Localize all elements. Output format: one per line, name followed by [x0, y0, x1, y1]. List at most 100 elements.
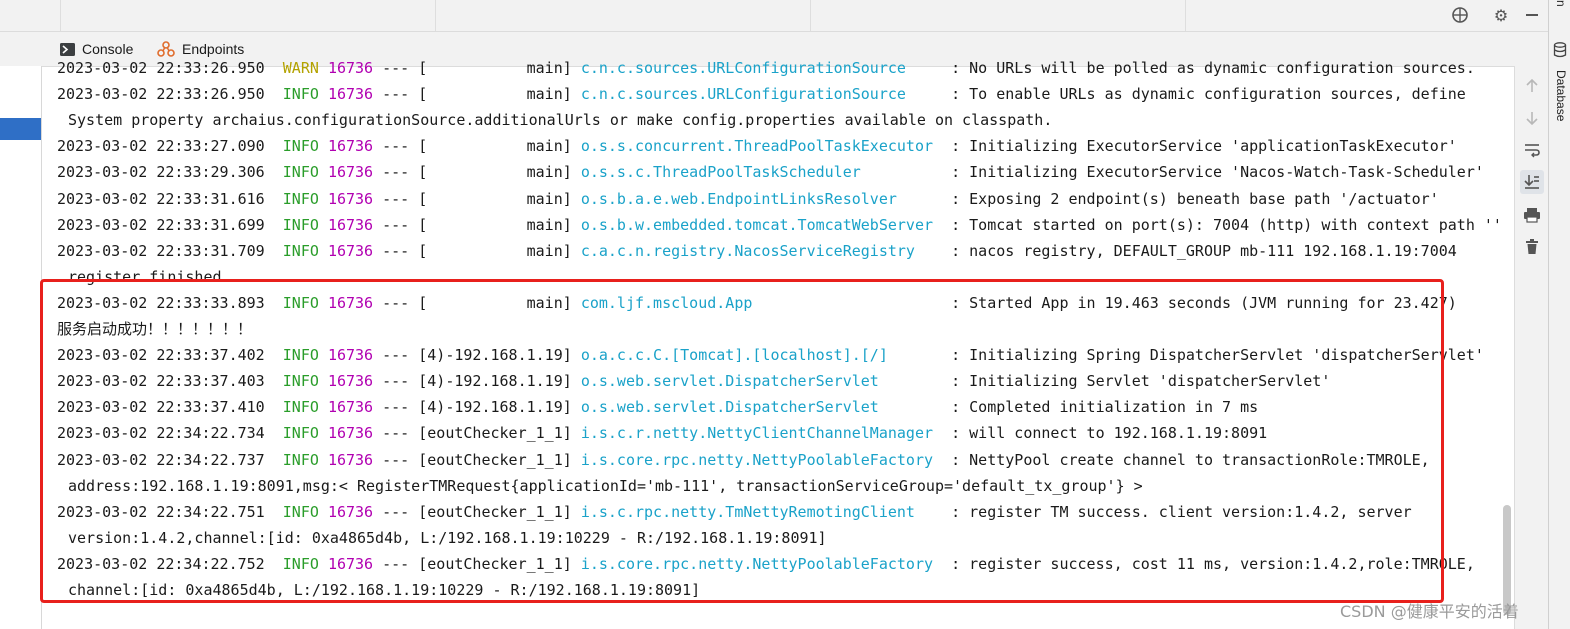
log-separator: ---: [382, 189, 410, 208]
scroll-to-end-icon[interactable]: [1520, 170, 1544, 194]
log-level: INFO: [282, 215, 319, 234]
log-separator: ---: [382, 241, 410, 260]
console-actions: [1514, 66, 1549, 629]
log-separator: ---: [382, 502, 410, 521]
log-thread: [eoutChecker_1_1]: [418, 502, 572, 521]
log-timestamp: 2023-03-02 22:33:26.950: [57, 59, 265, 77]
log-separator: ---: [382, 346, 410, 365]
log-logger: i.s.c.r.netty.NettyClientChannelManager: [580, 424, 943, 443]
log-separator: ---: [382, 554, 410, 573]
log-pid: 16736: [327, 502, 374, 521]
log-message: : nacos registry, DEFAULT_GROUP mb-111 1…: [951, 241, 1457, 260]
log-level: INFO: [282, 85, 319, 104]
log-separator: ---: [382, 163, 410, 182]
top-toolbar: ⚙: [0, 0, 1548, 32]
log-pid: 16736: [327, 293, 374, 312]
crosshair-icon[interactable]: [1449, 4, 1471, 26]
log-line: 2023-03-02 22:33:31.616 INFO 16736 --- […: [57, 186, 1439, 212]
print-icon[interactable]: [1520, 203, 1544, 227]
log-pid: 16736: [327, 59, 374, 77]
log-message: : Initializing ExecutorService 'Nacos-Wa…: [951, 163, 1484, 182]
log-thread: [eoutChecker_1_1]: [418, 424, 572, 443]
log-level: INFO: [282, 189, 319, 208]
log-pid: 16736: [327, 85, 374, 104]
log-timestamp: 2023-03-02 22:34:22.734: [57, 424, 265, 443]
log-pid: 16736: [327, 241, 374, 260]
log-timestamp: 2023-03-02 22:33:29.306: [57, 163, 265, 182]
watermark: CSDN @健康平安的活着: [1340, 602, 1519, 621]
log-line: 2023-03-02 22:33:31.709 INFO 16736 --- […: [57, 238, 1457, 264]
console-output[interactable]: 2023-03-02 22:33:26.950 WARN 16736 --- […: [42, 55, 1514, 629]
log-timestamp: 2023-03-02 22:33:33.893: [57, 293, 265, 312]
log-timestamp: 2023-03-02 22:34:22.737: [57, 450, 265, 469]
database-tool-label[interactable]: Database: [1552, 70, 1568, 130]
log-line: 2023-03-02 22:33:26.950 WARN 16736 --- […: [57, 55, 1475, 81]
log-level: INFO: [282, 398, 319, 417]
soft-wrap-icon[interactable]: [1520, 138, 1544, 162]
log-line: 2023-03-02 22:34:22.737 INFO 16736 --- […: [57, 447, 1430, 473]
log-level: INFO: [282, 554, 319, 573]
log-message: : register success, cost 11 ms, version:…: [951, 554, 1475, 573]
log-level: INFO: [282, 163, 319, 182]
log-line-continuation: register finished: [68, 267, 222, 286]
left-gutter: [0, 66, 42, 629]
log-logger: o.s.s.concurrent.ThreadPoolTaskExecutor: [580, 137, 943, 156]
log-message: : will connect to 192.168.1.19:8091: [951, 424, 1268, 443]
log-line: 2023-03-02 22:33:37.403 INFO 16736 --- […: [57, 368, 1330, 394]
minimize-icon[interactable]: [1521, 4, 1543, 26]
log-logger: c.a.c.n.registry.NacosServiceRegistry: [580, 241, 943, 260]
log-message: : register TM success. client version:1.…: [951, 502, 1412, 521]
log-line: 2023-03-02 22:34:22.734 INFO 16736 --- […: [57, 420, 1267, 446]
log-pid: 16736: [327, 450, 374, 469]
log-logger: c.n.c.sources.URLConfigurationSource: [580, 85, 943, 104]
trash-icon[interactable]: [1520, 235, 1544, 259]
log-level: INFO: [282, 293, 319, 312]
log-logger: o.s.b.a.e.web.EndpointLinksResolver: [580, 189, 943, 208]
log-message: : Initializing Spring DispatcherServlet …: [951, 346, 1484, 365]
side-tool-top-label[interactable]: n: [1552, 0, 1568, 16]
log-level: INFO: [282, 137, 319, 156]
log-logger: i.s.core.rpc.netty.NettyPoolableFactory: [580, 450, 943, 469]
log-timestamp: 2023-03-02 22:33:37.410: [57, 398, 265, 417]
scroll-down-icon[interactable]: [1520, 106, 1544, 130]
log-separator: ---: [382, 137, 410, 156]
log-separator: ---: [382, 85, 410, 104]
log-pid: 16736: [327, 554, 374, 573]
scroll-up-icon[interactable]: [1520, 74, 1544, 98]
log-timestamp: 2023-03-02 22:33:31.699: [57, 215, 265, 234]
log-timestamp: 2023-03-02 22:33:37.402: [57, 346, 265, 365]
log-message: : To enable URLs as dynamic configuratio…: [951, 85, 1466, 104]
log-timestamp: 2023-03-02 22:34:22.751: [57, 502, 265, 521]
log-level: INFO: [282, 372, 319, 391]
log-timestamp: 2023-03-02 22:34:22.752: [57, 554, 265, 573]
log-separator: ---: [382, 398, 410, 417]
log-timestamp: 2023-03-02 22:33:31.616: [57, 189, 265, 208]
log-logger: o.s.s.c.ThreadPoolTaskScheduler: [580, 163, 943, 182]
log-line: 2023-03-02 22:34:22.751 INFO 16736 --- […: [57, 499, 1412, 525]
log-pid: 16736: [327, 424, 374, 443]
gear-icon[interactable]: ⚙: [1490, 4, 1512, 26]
log-line: 2023-03-02 22:33:37.402 INFO 16736 --- […: [57, 342, 1484, 368]
log-message: : NettyPool create channel to transactio…: [951, 450, 1430, 469]
log-separator: ---: [382, 59, 410, 77]
log-separator: ---: [382, 450, 410, 469]
log-line-continuation: address:192.168.1.19:8091,msg:< Register…: [68, 476, 1143, 495]
log-thread: [4)-192.168.1.19]: [418, 398, 572, 417]
console-icon: [60, 42, 75, 56]
log-level: INFO: [282, 424, 319, 443]
log-thread: [ main]: [418, 59, 572, 77]
log-line: 2023-03-02 22:33:29.306 INFO 16736 --- […: [57, 159, 1484, 185]
log-thread: [eoutChecker_1_1]: [418, 554, 572, 573]
log-timestamp: 2023-03-02 22:33:27.090: [57, 137, 265, 156]
log-line-continuation: version:1.4.2,channel:[id: 0xa4865d4b, L…: [68, 528, 827, 547]
log-logger: o.s.web.servlet.DispatcherServlet: [580, 372, 943, 391]
log-pid: 16736: [327, 398, 374, 417]
log-logger: com.ljf.mscloud.App: [580, 293, 943, 312]
log-line: 2023-03-02 22:33:31.699 INFO 16736 --- […: [57, 212, 1502, 238]
log-level: INFO: [282, 450, 319, 469]
log-line: 2023-03-02 22:33:37.410 INFO 16736 --- […: [57, 394, 1258, 420]
log-thread: [ main]: [418, 137, 572, 156]
log-logger: i.s.core.rpc.netty.NettyPoolableFactory: [580, 554, 943, 573]
log-logger: c.n.c.sources.URLConfigurationSource: [580, 59, 943, 77]
log-line: 2023-03-02 22:33:27.090 INFO 16736 --- […: [57, 133, 1457, 159]
